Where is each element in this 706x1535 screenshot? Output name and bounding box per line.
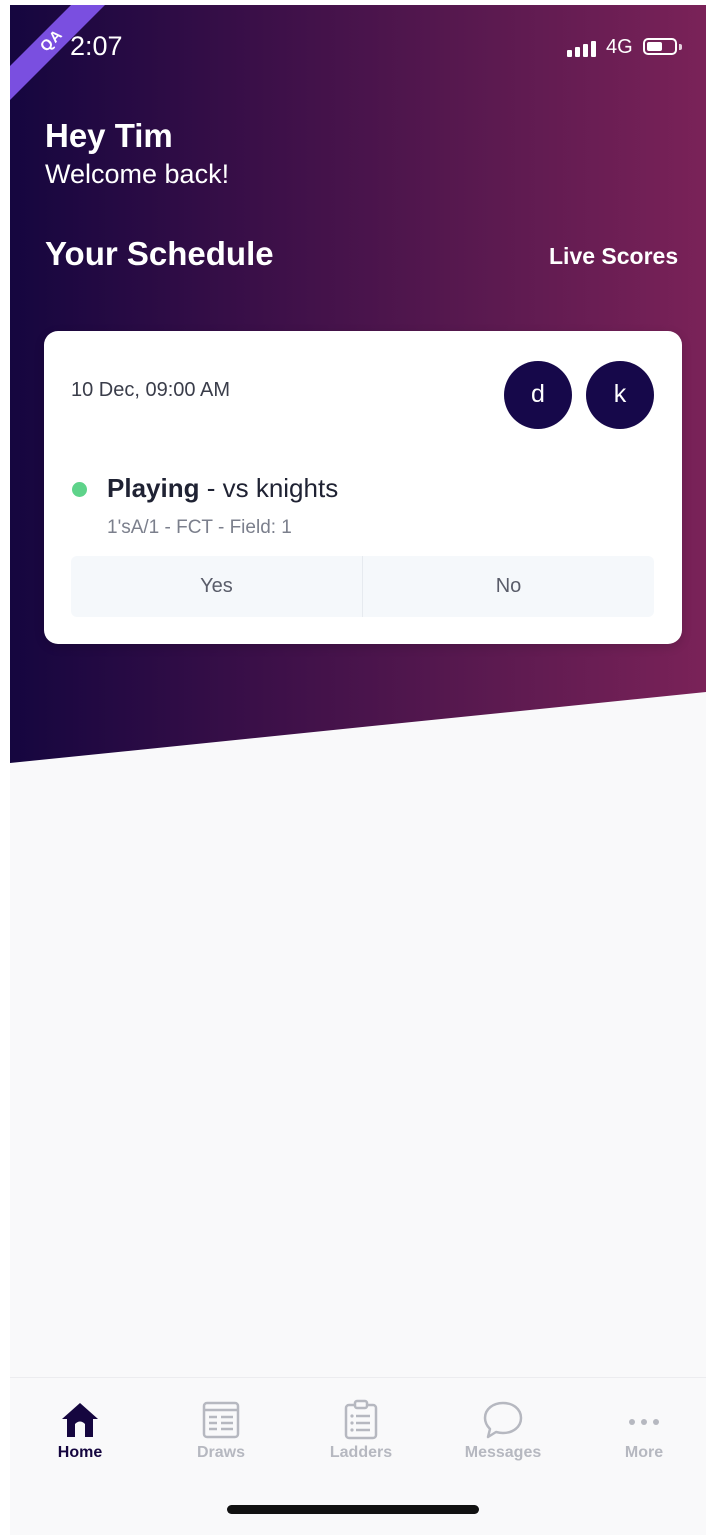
ladders-icon bbox=[344, 1399, 378, 1440]
home-indicator[interactable] bbox=[227, 1505, 479, 1514]
tab-messages-label: Messages bbox=[464, 1444, 542, 1461]
tab-home-label: Home bbox=[57, 1444, 103, 1461]
schedule-card[interactable]: 10 Dec, 09:00 AM d k Playing - vs knight… bbox=[44, 331, 682, 644]
tab-more[interactable]: More bbox=[589, 1398, 699, 1468]
signal-icon bbox=[567, 41, 596, 57]
status-time: 2:07 bbox=[70, 31, 123, 61]
battery-icon bbox=[643, 38, 677, 55]
greeting-subtitle: Welcome back! bbox=[45, 159, 230, 189]
home-icon bbox=[62, 1403, 98, 1437]
tab-messages[interactable]: Messages bbox=[448, 1398, 558, 1468]
opponent-label: - vs knights bbox=[206, 473, 339, 503]
battery-tip bbox=[679, 44, 682, 50]
status-bar: 2:07 4G bbox=[10, 5, 706, 85]
tab-ladders[interactable]: Ladders bbox=[306, 1398, 416, 1468]
network-type: 4G bbox=[606, 36, 633, 58]
messages-icon bbox=[483, 1401, 523, 1439]
tab-draws-label: Draws bbox=[196, 1444, 246, 1461]
status-label: Playing bbox=[107, 473, 200, 503]
no-button[interactable]: No bbox=[362, 556, 654, 617]
match-date: 10 Dec, 09:00 AM bbox=[71, 379, 230, 401]
match-summary: Playing - vs knights bbox=[107, 473, 338, 504]
more-icon bbox=[629, 1419, 659, 1425]
tab-draws[interactable]: Draws bbox=[166, 1398, 276, 1468]
draws-icon bbox=[202, 1401, 240, 1439]
team-avatar-home: d bbox=[504, 361, 572, 429]
app-screen: 2:07 4G QA Hey Tim Welcome back! Your Sc… bbox=[10, 5, 706, 1535]
tab-home[interactable]: Home bbox=[25, 1398, 135, 1468]
status-indicator-icon bbox=[72, 482, 87, 497]
tab-more-label: More bbox=[624, 1444, 664, 1461]
availability-toggle: Yes No bbox=[71, 556, 654, 617]
tab-ladders-label: Ladders bbox=[329, 1444, 393, 1461]
live-scores-link[interactable]: Live Scores bbox=[549, 243, 678, 270]
match-details: 1'sA/1 - FCT - Field: 1 bbox=[107, 517, 292, 538]
team-avatar-away: k bbox=[586, 361, 654, 429]
yes-button[interactable]: Yes bbox=[71, 556, 362, 617]
greeting-title: Hey Tim bbox=[45, 117, 173, 154]
schedule-title: Your Schedule bbox=[45, 235, 274, 272]
